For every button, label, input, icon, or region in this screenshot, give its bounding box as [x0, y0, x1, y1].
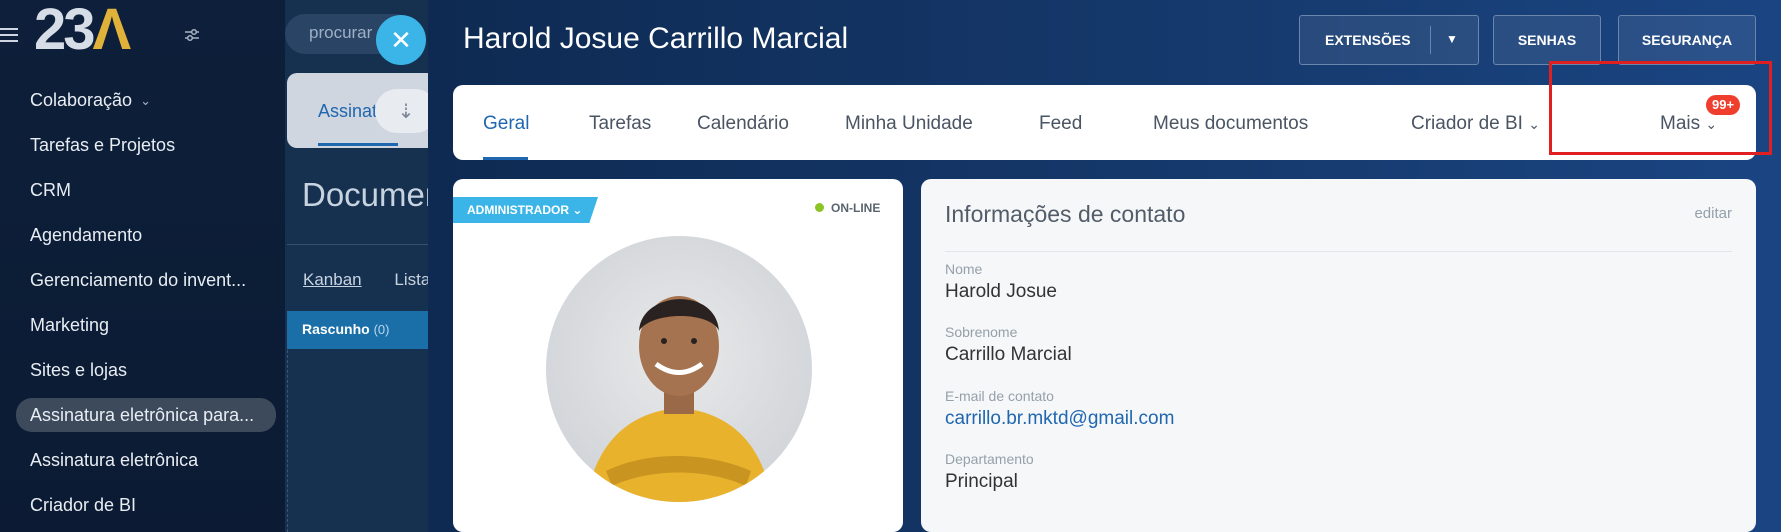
extensions-label: EXTENSÕES: [1325, 32, 1411, 48]
divider: [945, 251, 1732, 252]
tab-criador-bi[interactable]: Criador de BI ⌄: [1411, 113, 1540, 135]
tab-tarefas[interactable]: Tarefas: [589, 113, 651, 135]
tab-meus-documentos[interactable]: Meus documentos: [1153, 113, 1308, 135]
online-dot: [815, 203, 824, 212]
tab-geral[interactable]: Geral: [483, 113, 529, 135]
tab-feed[interactable]: Feed: [1039, 113, 1082, 135]
sidebar-item-label: Criador de BI: [30, 495, 137, 515]
column-count: (0): [373, 322, 390, 337]
chevron-down-icon: ⌄: [572, 203, 583, 217]
tab-kanban[interactable]: Kanban: [303, 270, 362, 289]
role-label: ADMINISTRADOR: [467, 203, 569, 217]
highlight-box: [1549, 61, 1772, 155]
profile-slider: Harold Josue Carrillo Marcial EXTENSÕES …: [428, 0, 1781, 532]
sidebar-item-criador-bi[interactable]: Criador de BI: [16, 483, 276, 528]
left-sidebar: 23Λ Colaboração ⌄ Tarefas e Projetos CRM …: [0, 0, 285, 532]
status-label: ON-LINE: [831, 201, 881, 215]
extensions-button[interactable]: EXTENSÕES ▼: [1299, 15, 1479, 65]
passwords-button[interactable]: SENHAS: [1493, 15, 1601, 65]
status-badge: ON-LINE: [815, 201, 880, 215]
field-value-sobrenome: Carrillo Marcial: [945, 344, 1072, 365]
caret-down-icon[interactable]: ▼: [1446, 32, 1458, 46]
chevron-down-icon: ⌄: [140, 92, 151, 108]
active-tab-underline: [483, 157, 528, 160]
tab-label: Criador de BI: [1411, 113, 1523, 134]
sidebar-item-label: CRM: [30, 180, 71, 200]
field-value-nome: Harold Josue: [945, 281, 1057, 302]
settings-sliders-icon[interactable]: [183, 26, 201, 44]
sidebar-item-tarefas[interactable]: Tarefas e Projetos: [16, 123, 276, 168]
field-label-email: E-mail de contato: [945, 388, 1054, 404]
sidebar-item-assinatura[interactable]: Assinatura eletrônica: [16, 438, 276, 483]
close-button[interactable]: ✕: [376, 15, 426, 65]
sidebar-item-crm[interactable]: CRM: [16, 168, 276, 213]
sidebar-item-marketing[interactable]: Marketing: [16, 303, 276, 348]
sidebar-item-inventario[interactable]: Gerenciamento do invent...: [16, 258, 276, 303]
email-link[interactable]: carrillo.br.mktd@gmail.com: [945, 408, 1174, 430]
avatar[interactable]: [546, 236, 812, 502]
edit-link[interactable]: editar: [1694, 205, 1732, 222]
sidebar-item-sites[interactable]: Sites e lojas: [16, 348, 276, 393]
column-title: Rascunho: [302, 321, 370, 337]
sidebar-item-label: Agendamento: [30, 225, 143, 245]
field-value-departamento: Principal: [945, 471, 1018, 492]
menu-icon[interactable]: [0, 24, 18, 42]
view-tabs: Kanban Lista: [303, 270, 430, 290]
tab-minha-unidade[interactable]: Minha Unidade: [845, 113, 973, 135]
tab-underline: [318, 143, 398, 146]
sidebar-item-label: Colaboração: [30, 90, 133, 110]
background-tab-card: Assinat ⇣: [287, 73, 437, 148]
page-title: Harold Josue Carrillo Marcial: [463, 22, 849, 55]
field-label-departamento: Departamento: [945, 451, 1034, 467]
tab-lista[interactable]: Lista: [394, 270, 430, 289]
profile-card: ADMINISTRADOR ⌄ ON-LINE: [453, 179, 903, 532]
sidebar-item-assinatura-para[interactable]: Assinatura eletrônica para...: [16, 398, 276, 432]
avatar-photo: [586, 296, 772, 502]
divider: [287, 244, 437, 245]
sidebar-item-agendamento[interactable]: Agendamento: [16, 213, 276, 258]
security-button[interactable]: SEGURANÇA: [1618, 15, 1756, 65]
field-label-nome: Nome: [945, 261, 983, 277]
sidebar-item-label: Assinatura eletrônica para...: [30, 404, 255, 425]
sidebar-item-label: Tarefas e Projetos: [30, 135, 176, 155]
kanban-column-header[interactable]: Rascunho (0): [287, 311, 437, 349]
role-badge[interactable]: ADMINISTRADOR ⌄: [453, 197, 598, 223]
sidebar-menu: Colaboração ⌄ Tarefas e Projetos CRM Agen…: [16, 78, 276, 528]
sidebar-item-label: Marketing: [30, 315, 110, 335]
field-label-sobrenome: Sobrenome: [945, 324, 1018, 340]
tab-calendario[interactable]: Calendário: [697, 113, 789, 135]
button-divider: [1430, 26, 1431, 54]
chevron-down-icon: ⌄: [1528, 116, 1540, 132]
column-divider: [287, 350, 288, 532]
contact-info-card: Informações de contato editar Nome Harol…: [921, 179, 1756, 532]
sidebar-item-label: Assinatura eletrônica: [30, 450, 199, 470]
sidebar-item-label: Gerenciamento do invent...: [30, 270, 247, 290]
close-icon: ✕: [390, 24, 412, 55]
sidebar-item-label: Sites e lojas: [30, 360, 128, 380]
sidebar-item-colaboracao[interactable]: Colaboração ⌄: [16, 78, 276, 123]
logo: 23Λ: [34, 0, 131, 62]
section-title: Informações de contato: [945, 201, 1186, 227]
tab-assinatura[interactable]: Assinat: [318, 101, 377, 122]
page-title: Documer: [302, 176, 436, 213]
